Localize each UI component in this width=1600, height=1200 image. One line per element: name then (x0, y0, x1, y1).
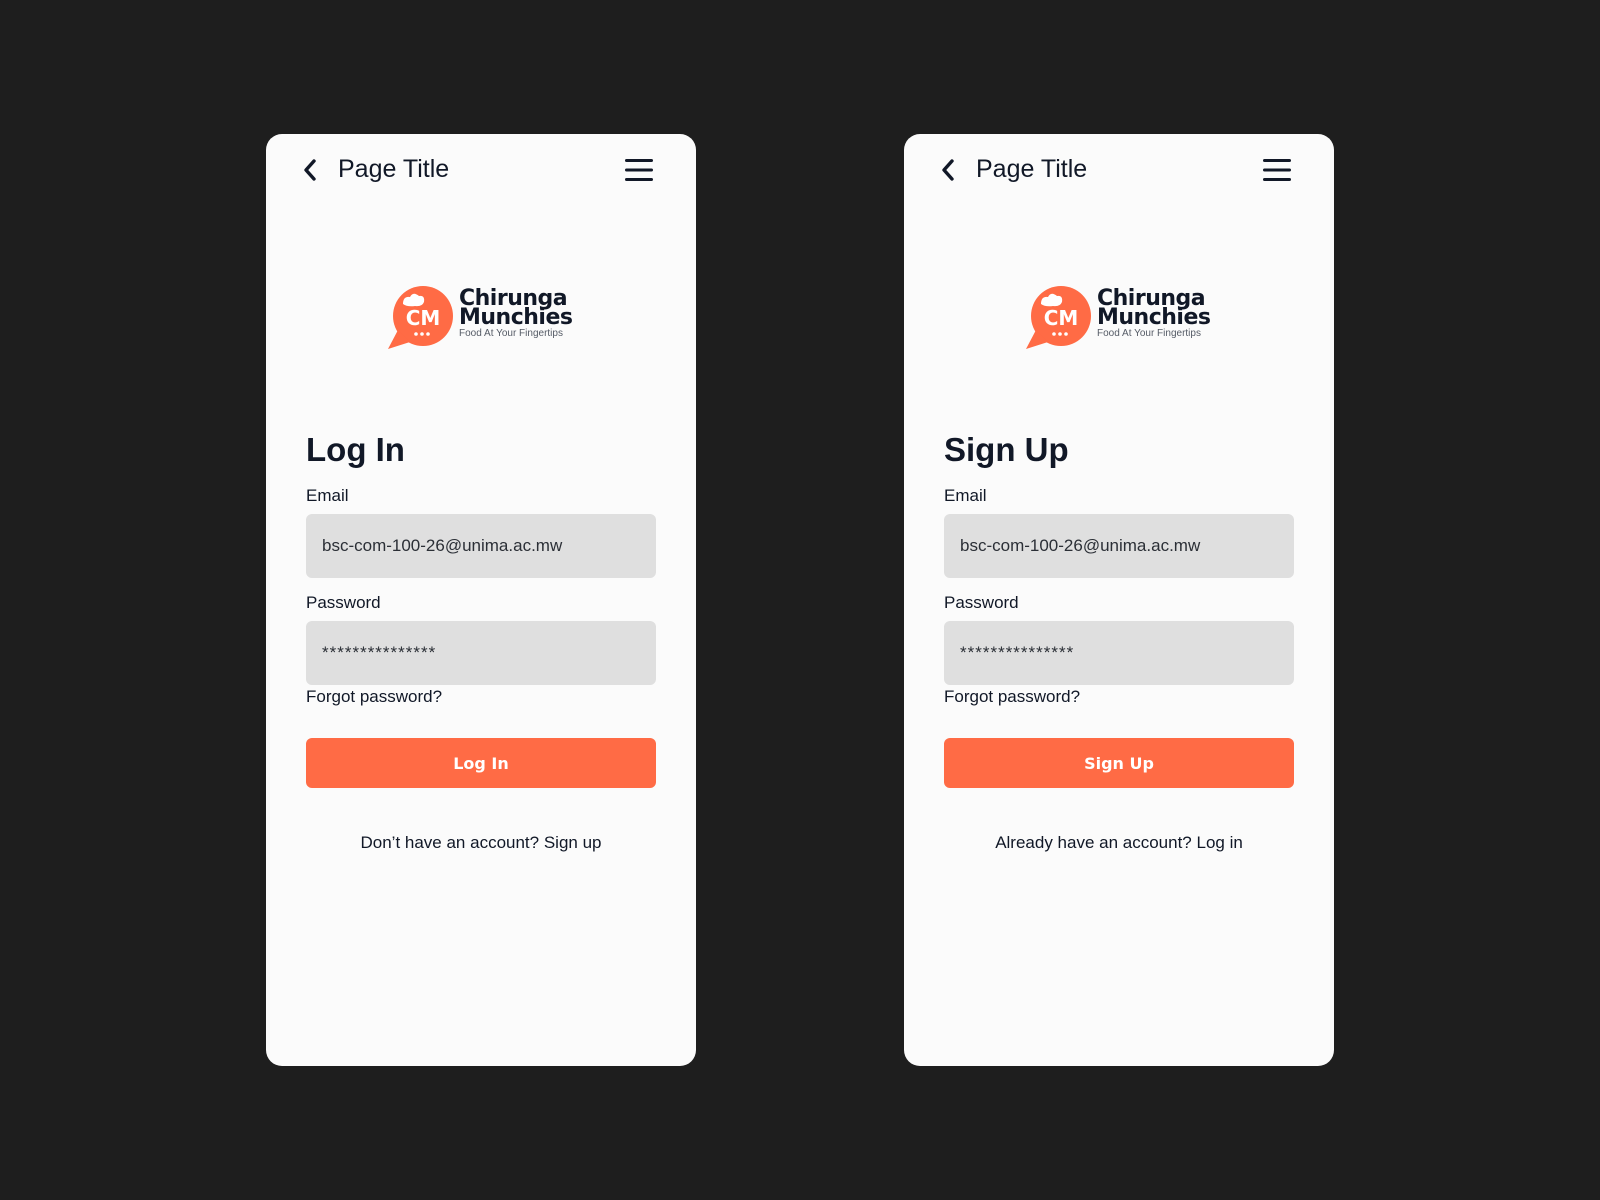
brand-logo: CM Chirunga Munchies Food At Your Finger… (1026, 286, 1226, 352)
login-screen: Page Title CM Chirunga Munchies Food At … (266, 134, 696, 1066)
chevron-left-icon (304, 159, 316, 181)
email-field[interactable] (306, 514, 656, 578)
back-button[interactable] (296, 156, 324, 184)
email-label: Email (944, 486, 987, 505)
brand-logo: CM Chirunga Munchies Food At Your Finger… (388, 286, 588, 352)
page-title: Page Title (338, 155, 450, 183)
password-field[interactable] (944, 621, 1294, 685)
email-field[interactable] (944, 514, 1294, 578)
brand-name-line2: Munchies (1097, 305, 1211, 330)
brand-tagline: Food At Your Fingertips (459, 328, 563, 339)
logo-monogram: CM (406, 306, 441, 330)
chef-chat-bubble-icon: CM (388, 286, 453, 349)
password-field[interactable] (306, 621, 656, 685)
email-label: Email (306, 486, 349, 505)
logo-monogram: CM (1044, 306, 1079, 330)
form-heading: Sign Up (944, 431, 1069, 468)
login-button[interactable]: Log In (306, 738, 656, 788)
signup-prompt-link[interactable]: Don’t have an account? Sign up (266, 833, 696, 853)
brand-tagline: Food At Your Fingertips (1097, 328, 1201, 339)
form-heading: Log In (306, 431, 405, 468)
back-button[interactable] (934, 156, 962, 184)
page-title: Page Title (976, 155, 1088, 183)
password-label: Password (944, 593, 1019, 612)
top-nav-bar: Page Title (266, 134, 696, 206)
login-prompt-link[interactable]: Already have an account? Log in (904, 833, 1334, 853)
password-label: Password (306, 593, 381, 612)
brand-name-line2: Munchies (459, 305, 573, 330)
top-nav-bar: Page Title (904, 134, 1334, 206)
hamburger-menu-icon (625, 159, 653, 181)
chevron-left-icon (942, 159, 954, 181)
hamburger-menu-icon (1263, 159, 1291, 181)
menu-button[interactable] (1262, 156, 1292, 184)
forgot-password-link[interactable]: Forgot password? (306, 687, 442, 707)
signup-button[interactable]: Sign Up (944, 738, 1294, 788)
signup-screen: Page Title CM Chirunga Munchies Food At … (904, 134, 1334, 1066)
menu-button[interactable] (624, 156, 654, 184)
chef-chat-bubble-icon: CM (1026, 286, 1091, 349)
forgot-password-link[interactable]: Forgot password? (944, 687, 1080, 707)
